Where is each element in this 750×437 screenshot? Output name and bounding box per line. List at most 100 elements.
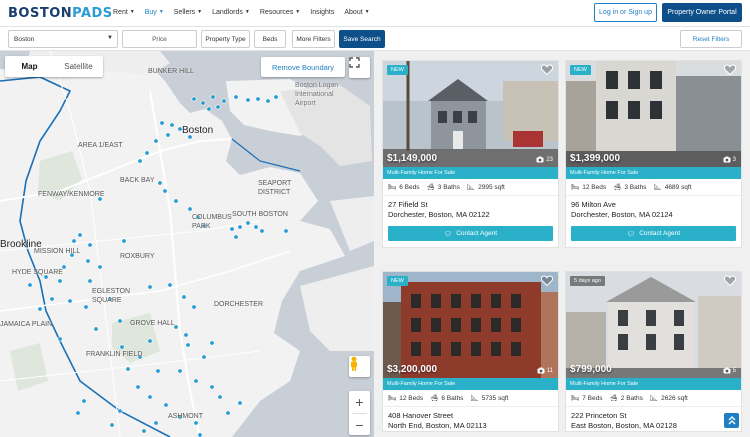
camera-icon bbox=[537, 367, 545, 374]
zoom-in-button[interactable]: + bbox=[349, 391, 370, 413]
photo-count[interactable]: 5 bbox=[723, 367, 736, 374]
nav-landlords[interactable]: Landlords ▼ bbox=[212, 9, 250, 16]
map-label-back-bay: BACK BAY bbox=[120, 177, 155, 184]
zoom-out-button[interactable]: − bbox=[349, 414, 370, 436]
beds-stat: 🛏︎ 6 Beds bbox=[388, 183, 420, 192]
sqft-value: 5735 sqft bbox=[481, 394, 509, 402]
ruler-icon: 📐︎ bbox=[653, 184, 662, 191]
map-view-button[interactable]: Map bbox=[5, 56, 54, 77]
map-label-seaport: SEAPORT DISTRICT bbox=[258, 180, 292, 196]
listing-photo[interactable]: NEW $1,399,000 3 bbox=[566, 61, 741, 167]
sqft-value: 4689 sqft bbox=[664, 183, 692, 191]
nav-sellers[interactable]: Sellers ▼ bbox=[174, 9, 202, 16]
nav-resources[interactable]: Resources ▼ bbox=[260, 9, 300, 16]
listing-type: Multi-Family Home For Sale bbox=[566, 167, 741, 179]
nav-rent[interactable]: Rent ▼ bbox=[113, 9, 135, 16]
more-filters-button[interactable]: More Filters bbox=[292, 30, 335, 48]
map-label-roxbury: ROXBURY bbox=[120, 253, 155, 260]
beds-filter[interactable]: Beds bbox=[254, 30, 286, 48]
photo-count-value: 3 bbox=[732, 156, 736, 163]
contact-agent-label: Contact Agent bbox=[639, 230, 681, 237]
favorite-heart-icon[interactable] bbox=[723, 64, 737, 77]
baths-value: 3 Baths bbox=[437, 183, 460, 191]
contact-agent-button[interactable]: 💬︎ Contact Agent bbox=[388, 226, 553, 241]
property-owner-portal-button[interactable]: Property Owner Portal bbox=[662, 3, 742, 22]
nav-insights[interactable]: Insights bbox=[310, 9, 334, 16]
photo-count-value: 5 bbox=[732, 367, 736, 374]
listing-photo[interactable]: NEW $3,200,000 11 bbox=[383, 272, 558, 378]
listing-photo[interactable]: NEW $1,149,000 23 bbox=[383, 61, 558, 167]
nav-landlords-label: Landlords bbox=[212, 9, 243, 16]
house-photo bbox=[566, 272, 741, 378]
map-label-dorchester: DORCHESTER bbox=[214, 301, 264, 308]
map-label-egleston: EGLESTON SQUARE bbox=[92, 288, 130, 304]
listing-card[interactable]: NEW $3,200,000 11 Multi-Family Home For … bbox=[382, 271, 559, 432]
listing-street: 222 Princeton St bbox=[571, 411, 627, 420]
nav-buy[interactable]: Buy ▼ bbox=[145, 9, 164, 16]
baths-value: 3 Baths bbox=[624, 183, 647, 191]
beds-stat: 🛏︎ 12 Beds bbox=[571, 183, 606, 192]
map-panel[interactable]: BUNKER HILL Boston AREA 1/EAST Boston Lo… bbox=[0, 51, 374, 437]
chevron-down-icon: ▼ bbox=[158, 9, 164, 15]
bed-icon: 🛏︎ bbox=[571, 184, 580, 191]
photo-count[interactable]: 23 bbox=[536, 156, 553, 163]
camera-icon bbox=[723, 156, 731, 163]
favorite-heart-icon[interactable] bbox=[540, 64, 554, 77]
baths-stat: 🛁︎ 2 Baths bbox=[610, 394, 643, 403]
listing-address[interactable]: 27 Fifield St Dorchester, Boston, MA 021… bbox=[383, 196, 558, 220]
nav-about[interactable]: About ▼ bbox=[344, 9, 369, 16]
beds-stat: 🛏︎ 12 Beds bbox=[388, 394, 423, 403]
property-type-filter[interactable]: Property Type bbox=[201, 30, 250, 48]
sqft-stat: 📐︎ 2995 sqft bbox=[467, 183, 505, 192]
photo-count[interactable]: 11 bbox=[537, 367, 553, 374]
listing-address[interactable]: 408 Hanover Street North End, Boston, MA… bbox=[383, 407, 558, 431]
map-label-franklin-field: FRANKLIN FIELD bbox=[86, 351, 143, 358]
listing-card[interactable]: NEW $1,399,000 3 Multi-Family Home For S… bbox=[565, 60, 742, 248]
map-label-bunker-hill: BUNKER HILL bbox=[148, 68, 194, 75]
site-logo[interactable]: BOSTONPADS bbox=[8, 6, 113, 21]
listing-card[interactable]: 5 days ago $799,000 5 Multi-Family Home … bbox=[565, 271, 742, 432]
listing-photo[interactable]: 5 days ago $799,000 5 bbox=[566, 272, 741, 378]
listing-address[interactable]: 96 Milton Ave Dorchester, Boston, MA 021… bbox=[566, 196, 741, 220]
photo-count[interactable]: 3 bbox=[723, 156, 736, 163]
chevron-down-icon: ▼ bbox=[364, 9, 370, 15]
map-label-hyde-square: HYDE SQUARE bbox=[12, 269, 63, 276]
listing-street: 408 Hanover Street bbox=[388, 411, 454, 420]
listing-badge: 5 days ago bbox=[570, 276, 605, 286]
price-input[interactable]: Price bbox=[122, 30, 197, 48]
map-label-fenway: FENWAY/KENMORE bbox=[38, 191, 105, 198]
sqft-value: 2995 sqft bbox=[478, 183, 505, 191]
sqft-value: 2626 sqft bbox=[661, 394, 688, 402]
caret-down-icon: ▼ bbox=[107, 35, 113, 41]
fullscreen-button[interactable] bbox=[349, 57, 370, 78]
nav-sellers-label: Sellers bbox=[173, 9, 196, 16]
reset-filters-button[interactable]: Reset Filters bbox=[680, 30, 742, 48]
satellite-view-button[interactable]: Satellite bbox=[54, 56, 103, 77]
login-signup-button[interactable]: Log in or Sign up bbox=[594, 3, 657, 22]
map-label-ashmont: ASHMONT bbox=[168, 413, 203, 420]
map-boundary-line bbox=[231, 138, 301, 172]
street-view-pegman[interactable] bbox=[349, 356, 370, 377]
listing-address[interactable]: 222 Princeton St East Boston, Boston, MA… bbox=[566, 407, 741, 431]
scroll-to-top-button[interactable] bbox=[724, 413, 739, 428]
city-select[interactable]: Boston ▼ bbox=[8, 30, 118, 48]
baths-stat: 🛁︎ 3 Baths bbox=[613, 183, 647, 192]
remove-boundary-button[interactable]: Remove Boundary bbox=[261, 57, 345, 77]
nav-about-label: About bbox=[344, 9, 363, 16]
baths-value: 6 Baths bbox=[441, 394, 464, 402]
beds-value: 7 Beds bbox=[582, 394, 603, 402]
favorite-heart-icon[interactable] bbox=[723, 275, 737, 288]
listing-stats: 🛏︎ 12 Beds 🛁︎ 3 Baths 📐︎ 4689 sqft bbox=[566, 179, 741, 196]
map-type-toggle: Map Satellite bbox=[5, 56, 103, 77]
photo-count-value: 23 bbox=[546, 156, 553, 163]
double-chevron-up-icon bbox=[728, 416, 735, 425]
map-label-south-boston: SOUTH BOSTON bbox=[232, 211, 288, 218]
map-canvas[interactable] bbox=[0, 51, 374, 437]
favorite-heart-icon[interactable] bbox=[540, 275, 554, 288]
contact-agent-button[interactable]: 💬︎ Contact Agent bbox=[571, 226, 736, 241]
filter-bar: Boston ▼ Price Property Type Beds More F… bbox=[0, 26, 750, 51]
listing-card[interactable]: NEW $1,149,000 23 Multi-Family Home For … bbox=[382, 60, 559, 248]
save-search-button[interactable]: Save Search bbox=[339, 30, 385, 48]
listing-stats: 🛏︎ 12 Beds 🛁︎ 6 Baths 📐︎ 5735 sqft bbox=[383, 390, 558, 407]
beds-value: 6 Beds bbox=[399, 183, 420, 191]
